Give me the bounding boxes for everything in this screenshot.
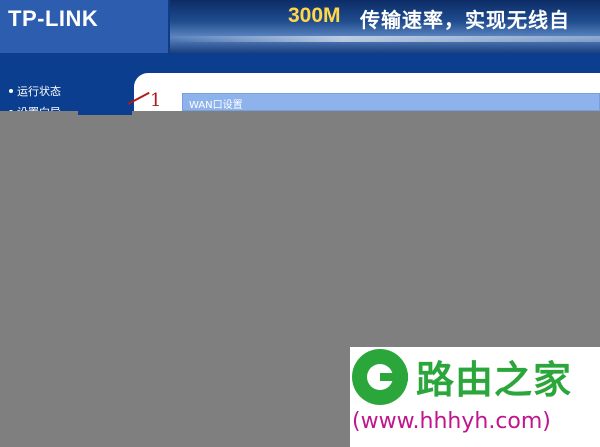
section-title: WAN口设置 bbox=[189, 100, 243, 111]
sidebar-fragment bbox=[78, 111, 132, 115]
bullet-icon bbox=[9, 89, 13, 93]
header-divider bbox=[0, 53, 600, 67]
annotation-number: 1 bbox=[150, 90, 162, 111]
header: TP-LINK 300M 传输速率，实现无线自 bbox=[0, 0, 600, 57]
watermark-site-name: 路由之家 bbox=[416, 358, 573, 402]
content-area: WAN口设置 bbox=[134, 73, 600, 113]
logo-bar bbox=[380, 373, 408, 381]
watermark: 路由之家 (www.hhhyh.com) bbox=[350, 347, 600, 447]
watermark-url: (www.hhhyh.com) bbox=[352, 409, 551, 434]
sidebar-item-label: 运行状态 bbox=[17, 85, 61, 98]
sidebar: 运行状态 设置向导 bbox=[0, 67, 130, 119]
tp-link-logo: TP-LINK bbox=[0, 0, 168, 53]
slogan-number: 300M bbox=[288, 4, 341, 27]
sidebar-item-status[interactable]: 运行状态 bbox=[9, 83, 61, 99]
logo-text: TP-LINK bbox=[8, 6, 99, 31]
header-banner: 300M 传输速率，实现无线自 bbox=[170, 0, 600, 53]
main-panel: WAN口设置 bbox=[130, 67, 600, 113]
wan-settings-header: WAN口设置 bbox=[182, 93, 600, 111]
slogan-text: 传输速率，实现无线自 bbox=[360, 8, 570, 32]
router-home-logo-icon bbox=[352, 349, 408, 405]
